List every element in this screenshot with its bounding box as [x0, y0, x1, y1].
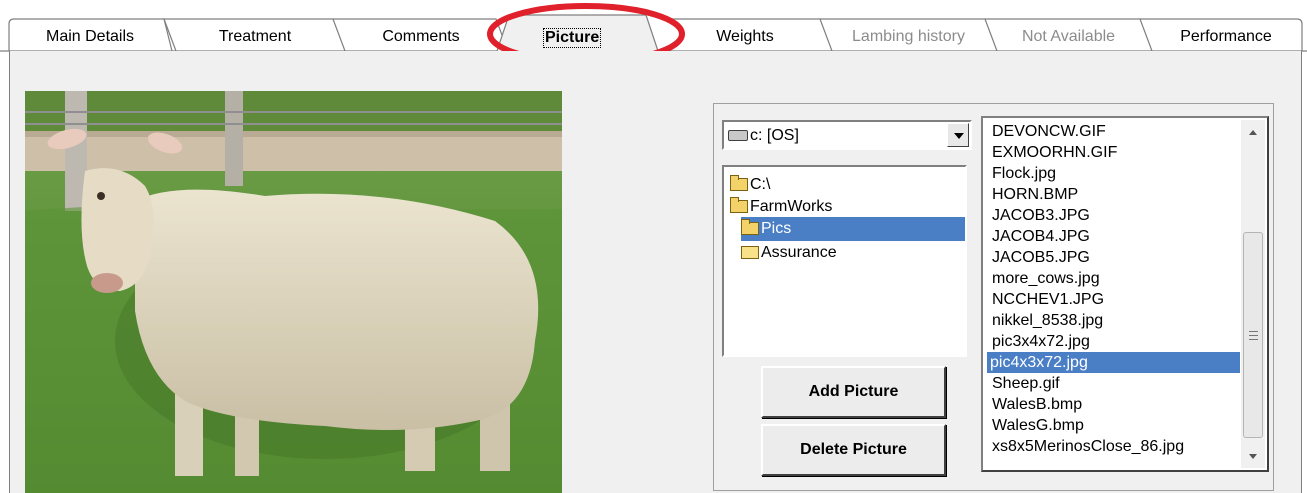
list-item[interactable]: NCCHEV1.JPG	[989, 289, 1244, 310]
scrollbar-thumb[interactable]	[1243, 232, 1263, 438]
grip-icon	[1249, 331, 1258, 340]
tab-weights[interactable]: Weights	[670, 28, 820, 46]
tab-strip: Main Details Treatment Comments Picture …	[0, 0, 1307, 52]
drive-select[interactable]: c: [OS]	[722, 120, 972, 150]
add-picture-button[interactable]: Add Picture	[761, 366, 946, 418]
file-list-scrollbar[interactable]	[1241, 120, 1265, 468]
folder-tree[interactable]: C:\ FarmWorks Pics Assurance	[722, 165, 967, 357]
tab-not-available[interactable]: Not Available	[997, 28, 1140, 46]
list-item[interactable]: Sheep.gif	[989, 373, 1244, 394]
list-item[interactable]: xs8x5MerinosClose_86.jpg	[989, 436, 1244, 457]
tab-picture[interactable]: Picture	[542, 28, 602, 48]
list-item[interactable]: WalesG.bmp	[989, 415, 1244, 436]
scroll-up-icon[interactable]	[1241, 120, 1265, 144]
folder-item-farmworks[interactable]: FarmWorks	[730, 195, 832, 219]
folder-open-icon	[741, 219, 759, 235]
list-item[interactable]: HORN.BMP	[989, 184, 1244, 205]
drive-select-value: c: [OS]	[750, 127, 799, 144]
folder-closed-icon	[741, 246, 759, 259]
list-item[interactable]: EXMOORHN.GIF	[989, 142, 1244, 163]
delete-picture-button[interactable]: Delete Picture	[761, 424, 946, 476]
list-item[interactable]: Flock.jpg	[989, 163, 1244, 184]
list-item[interactable]: more_cows.jpg	[989, 268, 1244, 289]
list-item[interactable]: JACOB4.JPG	[989, 226, 1244, 247]
file-list[interactable]: DEVONCW.GIF EXMOORHN.GIF Flock.jpg HORN.…	[981, 116, 1269, 472]
list-item[interactable]: pic3x4x72.jpg	[989, 331, 1244, 352]
folder-item-pics[interactable]: Pics	[741, 217, 965, 241]
folder-open-icon	[730, 175, 748, 191]
list-item[interactable]: WalesB.bmp	[989, 394, 1244, 415]
scroll-down-icon[interactable]	[1241, 444, 1265, 468]
list-item[interactable]: DEVONCW.GIF	[989, 121, 1244, 142]
folder-item-root[interactable]: C:\	[730, 173, 770, 197]
folder-item-assurance[interactable]: Assurance	[741, 241, 837, 265]
tab-treatment[interactable]: Treatment	[176, 28, 334, 46]
sheep-photo	[25, 91, 562, 493]
chevron-down-icon[interactable]	[947, 123, 969, 147]
tab-performance[interactable]: Performance	[1152, 28, 1300, 46]
tab-lambing-history[interactable]: Lambing history	[832, 28, 985, 46]
folder-open-icon	[730, 197, 748, 213]
tab-main-details[interactable]: Main Details	[15, 28, 165, 46]
tab-comments[interactable]: Comments	[345, 28, 497, 46]
list-item[interactable]: JACOB3.JPG	[989, 205, 1244, 226]
drive-icon	[728, 130, 748, 141]
list-item-selected[interactable]: pic4x3x72.jpg	[987, 352, 1240, 373]
list-item[interactable]: nikkel_8538.jpg	[989, 310, 1244, 331]
list-item[interactable]: JACOB5.JPG	[989, 247, 1244, 268]
